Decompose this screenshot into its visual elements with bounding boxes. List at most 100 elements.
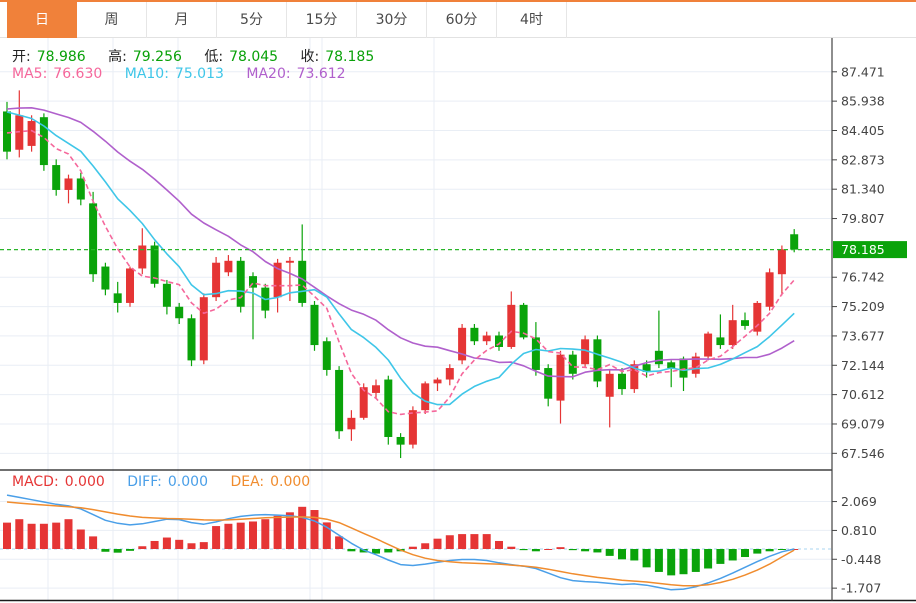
candle-body — [421, 383, 430, 411]
ohlc-readout: 开: 78.986 高: 79.256 低: 78.045 收: 78.185 — [12, 46, 380, 66]
dea-value: 0.000 — [270, 474, 311, 490]
candle-body — [101, 266, 110, 290]
price-axis-label: 81.340 — [841, 182, 885, 197]
macd-bar — [642, 549, 651, 568]
macd-bar — [470, 534, 479, 549]
macd-label: MACD: — [12, 474, 59, 490]
price-axis-label: 70.612 — [841, 387, 885, 402]
macd-bar — [76, 529, 85, 549]
macd-bar — [224, 523, 233, 549]
macd-bar — [482, 534, 491, 549]
macd-bar — [741, 549, 749, 558]
price-axis-label: 69.079 — [841, 416, 885, 431]
candlestick-macd-chart[interactable]: 87.471 85.938 84.405 82.873 81.340 79.807 76.7… — [0, 38, 916, 603]
macd-bar — [335, 536, 344, 549]
macd-bar — [507, 546, 516, 549]
macd-bar — [310, 510, 319, 549]
candle-body — [765, 272, 774, 307]
macd-bar — [236, 522, 245, 549]
candle-body — [3, 111, 11, 152]
macd-bar — [581, 549, 590, 552]
candle-body — [704, 333, 713, 357]
macd-bar — [753, 549, 762, 554]
candle-body — [298, 260, 307, 303]
candle-body — [618, 373, 626, 390]
ma-readout: MA5: 76.630 MA10: 75.013 MA20: 73.612 — [12, 66, 352, 82]
candle-body — [199, 297, 208, 361]
ma20-label: MA20: — [246, 66, 291, 82]
price-axis-label: 87.471 — [841, 64, 885, 79]
macd-axis-label: 0.810 — [841, 523, 877, 538]
low-value: 78.045 — [229, 49, 279, 65]
candle-body — [359, 387, 368, 418]
candle-body — [482, 335, 491, 342]
macd-readout: MACD: 0.000 DIFF: 0.000 DEA: 0.000 — [12, 474, 316, 490]
candle-body — [52, 165, 61, 190]
macd-axis-label: 2.069 — [841, 494, 877, 509]
macd-bar — [544, 549, 553, 550]
macd-bar — [630, 549, 639, 561]
tab-15min[interactable]: 15分 — [287, 2, 357, 38]
macd-bar — [728, 549, 737, 561]
macd-bar — [433, 538, 442, 549]
macd-bar — [126, 549, 134, 551]
candle-body — [162, 283, 171, 307]
macd-bar — [654, 549, 663, 572]
dea-line — [6, 501, 795, 587]
candle-body — [175, 306, 184, 319]
candle-body — [679, 358, 688, 378]
macd-bar — [39, 523, 48, 549]
candle-body — [138, 245, 147, 269]
open-label: 开: — [12, 49, 31, 65]
candle-body — [790, 234, 799, 250]
macd-bar — [691, 549, 700, 572]
macd-bar — [261, 519, 270, 549]
candle-body — [408, 410, 417, 445]
dea-label: DEA: — [230, 474, 265, 490]
current-price-tag-label: 78.185 — [841, 242, 885, 257]
macd-bar — [531, 549, 540, 552]
price-axis-label: 85.938 — [841, 94, 885, 109]
close-value: 78.185 — [325, 49, 375, 65]
tab-day[interactable]: 日 — [7, 2, 77, 38]
macd-bar — [679, 549, 688, 575]
macd-bar — [249, 521, 257, 549]
tab-60min[interactable]: 60分 — [427, 2, 497, 38]
tab-4hour[interactable]: 4时 — [497, 2, 567, 38]
candle-body — [556, 354, 565, 401]
macd-bar — [27, 523, 36, 549]
macd-bar — [101, 549, 110, 552]
macd-bar — [421, 543, 430, 549]
macd-bar — [704, 549, 713, 569]
high-value: 79.256 — [132, 49, 182, 65]
close-label: 收: — [300, 49, 320, 65]
candle-body — [322, 341, 331, 370]
tab-5min[interactable]: 5分 — [217, 2, 287, 38]
tab-week[interactable]: 周 — [77, 2, 147, 38]
tab-month[interactable]: 月 — [147, 2, 217, 38]
macd-bar — [52, 522, 61, 549]
low-label: 低: — [204, 49, 224, 65]
macd-bar — [347, 549, 356, 552]
candle-body — [236, 260, 245, 307]
diff-label: DIFF: — [127, 474, 162, 490]
diff-value: 0.000 — [167, 474, 208, 490]
macd-bar — [150, 540, 159, 549]
ma5-label: MA5: — [12, 66, 48, 82]
price-axis-label: 75.209 — [841, 299, 885, 314]
macd-bar — [187, 543, 196, 549]
macd-bar — [519, 549, 528, 551]
macd-bar — [445, 535, 454, 549]
macd-bar — [716, 549, 725, 564]
price-axis-label: 76.742 — [841, 270, 885, 285]
candle-body — [495, 335, 503, 347]
ma20-value: 73.612 — [296, 66, 346, 82]
tab-30min[interactable]: 30分 — [357, 2, 427, 38]
open-value: 78.986 — [36, 49, 86, 65]
ma10-label: MA10: — [124, 66, 169, 82]
candle-body — [64, 178, 73, 190]
candle-body — [212, 262, 221, 298]
candle-body — [384, 379, 393, 437]
macd-bar — [113, 549, 122, 553]
candle-body — [741, 320, 749, 326]
